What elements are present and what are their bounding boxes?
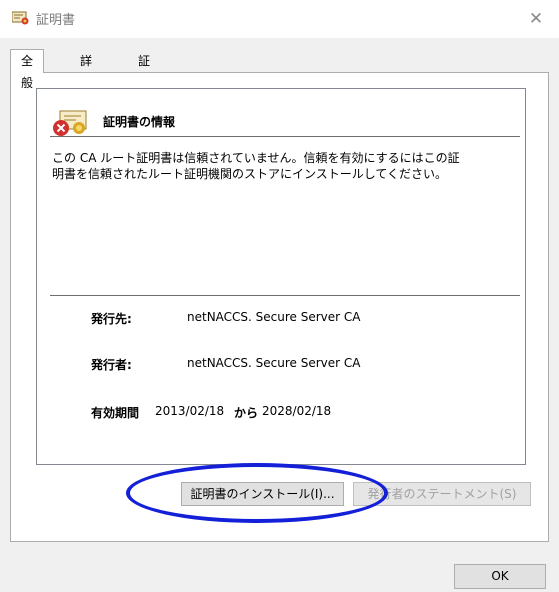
tab-details[interactable]: 詳細: [70, 51, 103, 88]
trust-message-line-1: この CA ルート証明書は信頼されていません。信頼を有効にするにはこの証: [52, 151, 460, 165]
tab-general[interactable]: 全般: [10, 49, 45, 90]
trust-message-line-2: 明書を信頼されたルート証明機関のストアにインストールしてください。: [52, 167, 448, 181]
divider-top: [50, 136, 520, 137]
tab-certification-path[interactable]: 証明のパス: [128, 51, 161, 148]
issued-by-value: netNACCS. Secure Server CA: [187, 356, 361, 370]
issued-to-label: 発行先:: [91, 312, 132, 326]
info-title: 証明書の情報: [103, 115, 176, 129]
valid-to-value: 2028/02/18: [262, 404, 332, 418]
certificate-warning-icon: [53, 110, 87, 136]
divider-bottom: [50, 295, 520, 296]
valid-from-value: 2013/02/18: [155, 404, 225, 418]
window-title: 証明書: [36, 13, 76, 28]
close-button[interactable]: ✕: [513, 0, 559, 38]
title-bar: 証明書 ✕: [0, 0, 559, 38]
issuer-statement-button[interactable]: 発行者のステートメント(S): [353, 482, 531, 506]
issued-by-label: 発行者:: [91, 358, 132, 372]
trust-message: この CA ルート証明書は信頼されていません。信頼を有効にするにはこの証 明書を…: [52, 150, 492, 182]
ok-button[interactable]: OK: [454, 564, 546, 589]
install-certificate-button[interactable]: 証明書のインストール(I)...: [181, 482, 344, 506]
validity-label: 有効期間: [91, 406, 140, 420]
certificate-icon: [12, 11, 29, 25]
issued-to-value: netNACCS. Secure Server CA: [187, 310, 361, 324]
from-to-word: から: [234, 406, 259, 420]
close-icon: ✕: [528, 9, 544, 29]
